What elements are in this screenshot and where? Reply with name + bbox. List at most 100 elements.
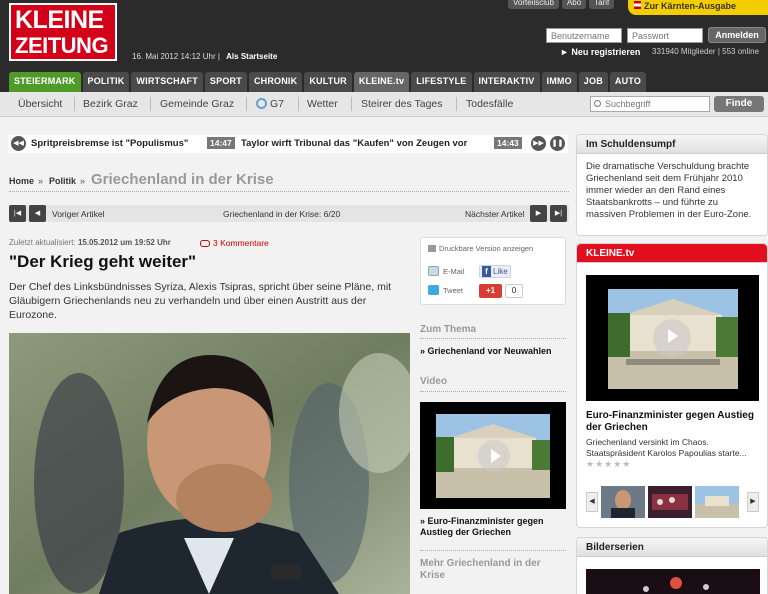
nav-wirtschaft[interactable]: WIRTSCHAFT: [131, 72, 203, 92]
carousel-prev-icon[interactable]: ◀: [586, 492, 598, 512]
breadcrumb-politik[interactable]: Politik: [49, 176, 76, 186]
carousel-next-icon[interactable]: ▶: [747, 492, 759, 512]
kleine-tv-heading[interactable]: KLEINE.tv: [577, 244, 767, 263]
video-caption-link[interactable]: » Euro-Finanzminister gegen Austieg der …: [420, 516, 560, 538]
updated-value: 15.05.2012 um 19:52 Uhr: [77, 238, 171, 247]
top-link-tarif[interactable]: Tarif: [589, 0, 615, 9]
subnav-separator: [298, 97, 299, 111]
google-plus-button[interactable]: +1: [479, 284, 502, 298]
password-input[interactable]: [627, 28, 703, 43]
breadcrumb-home[interactable]: Home: [9, 176, 34, 186]
bilderserien-heading[interactable]: Bilderserien: [577, 538, 767, 557]
subnav-separator: [456, 97, 457, 111]
prev-article-link[interactable]: Voriger Artikel: [52, 209, 104, 219]
zum-thema-link[interactable]: » Griechenland vor Neuwahlen: [420, 346, 552, 357]
register-link[interactable]: ► Neu registrieren: [560, 47, 640, 57]
subnav-separator: [351, 97, 352, 111]
site-logo[interactable]: KLEINE ZEITUNG: [9, 3, 117, 61]
username-input[interactable]: [546, 28, 622, 43]
ticker-next-icon[interactable]: ▶▶: [531, 136, 546, 151]
zum-thema-link-label: Griechenland vor Neuwahlen: [427, 346, 552, 356]
google-plus-count: 0: [505, 284, 523, 298]
share-tools: Druckbare Version anzeigen E-Mail Like T…: [420, 237, 566, 305]
subnav-bezirk-graz[interactable]: Bezirk Graz: [83, 98, 138, 110]
nav-kultur[interactable]: KULTUR: [304, 72, 352, 92]
first-article-icon[interactable]: |◀: [9, 205, 26, 222]
carousel-thumb[interactable]: [648, 486, 692, 518]
article-headline: "Der Krieg geht weiter": [9, 252, 197, 271]
subnav-steirer-des-tages[interactable]: Steirer des Tages: [361, 98, 443, 110]
divider: [420, 338, 566, 339]
carousel-thumb[interactable]: [601, 486, 645, 518]
comments-link[interactable]: 3 Kommentare: [200, 238, 269, 248]
facebook-like-button[interactable]: Like: [479, 265, 511, 278]
member-count: 331940 Mitglieder | 553 online: [652, 47, 760, 56]
subnav-uebersicht[interactable]: Übersicht: [18, 98, 62, 110]
comment-icon: [200, 240, 210, 247]
schuldensumpf-box: Im Schuldensumpf Die dramatische Verschu…: [576, 134, 768, 236]
updated-label: Zuletzt aktualisiert:: [9, 238, 76, 247]
article-lead: Der Chef des Linksbündnisses Syriza, Ale…: [9, 281, 392, 321]
site-header: KLEINE ZEITUNG 16. Mai 2012 14:12 Uhr | …: [0, 0, 768, 70]
g7-logo-icon: [256, 98, 267, 109]
video-thumbnail[interactable]: [420, 402, 566, 509]
top-link-abo[interactable]: Abo: [561, 0, 587, 9]
ticker-prev-icon[interactable]: ◀◀: [11, 136, 26, 151]
current-date: 16. Mai 2012 14:12 Uhr: [132, 52, 216, 61]
next-article-icon[interactable]: ▶: [530, 205, 547, 222]
top-link-vorteilsclub[interactable]: Vorteilsclub: [508, 0, 559, 9]
ticker-item[interactable]: Taylor wirft Tribunal das "Kaufen" von Z…: [241, 138, 467, 149]
email-link[interactable]: E-Mail: [443, 267, 464, 276]
region-switch-tab[interactable]: Zur Kärnten-Ausgabe: [628, 0, 768, 15]
nav-job[interactable]: JOB: [578, 72, 608, 92]
carousel-thumb[interactable]: [695, 486, 739, 518]
nav-steiermark[interactable]: STEIERMARK: [9, 72, 81, 92]
divider: [420, 391, 566, 392]
subnav-gemeinde-graz[interactable]: Gemeinde Graz: [160, 98, 234, 110]
set-homepage-link[interactable]: Als Startseite: [226, 52, 277, 61]
login-button[interactable]: Anmelden: [708, 27, 766, 43]
ticker-item[interactable]: Spritpreisbremse ist "Populismus": [31, 138, 188, 149]
article-photo: [9, 333, 410, 594]
breadcrumb-arrow-icon: »: [38, 176, 44, 186]
nav-sport[interactable]: SPORT: [204, 72, 247, 92]
ticker-time: 14:47: [207, 137, 235, 149]
subnav-wetter[interactable]: Wetter: [307, 98, 338, 110]
subnav-separator: [74, 97, 75, 111]
nav-kleine-tv[interactable]: KLEINE.tv: [353, 72, 410, 92]
pager-position: Griechenland in der Krise: 6/20: [223, 209, 341, 219]
logo-line-2: ZEITUNG: [15, 33, 109, 58]
search-button[interactable]: Finde: [714, 96, 764, 112]
schuldensumpf-heading[interactable]: Im Schuldensumpf: [577, 135, 767, 154]
article-photo-image: [9, 333, 410, 594]
nav-politik[interactable]: POLITIK: [82, 72, 130, 92]
last-article-icon[interactable]: ▶|: [550, 205, 567, 222]
bilderserien-image[interactable]: [586, 569, 760, 594]
printer-icon: [428, 245, 436, 252]
nav-chronik[interactable]: CHRONIK: [248, 72, 303, 92]
next-article-link[interactable]: Nächster Artikel: [465, 209, 525, 219]
ticker-pause-icon[interactable]: ❚❚: [550, 136, 565, 151]
subnav-todesfaelle[interactable]: Todesfälle: [466, 98, 513, 110]
tweet-link[interactable]: Tweet: [443, 286, 463, 295]
tv-video-player[interactable]: [586, 275, 759, 401]
play-icon[interactable]: [478, 440, 510, 472]
mehr-heading: Mehr Griechenland in der Krise: [420, 558, 541, 581]
login-form: Anmelden ► Neu registrieren 331940 Mitgl…: [540, 25, 768, 61]
print-version-link[interactable]: Druckbare Version anzeigen: [428, 244, 533, 253]
tv-video-title[interactable]: Euro-Finanzminister gegen Austieg der Gr…: [586, 410, 756, 434]
nav-lifestyle[interactable]: LIFESTYLE: [411, 72, 472, 92]
breadcrumb: Home » Politik » Griechenland in der Kri…: [9, 170, 569, 192]
main-navigation: STEIERMARK POLITIK WIRTSCHAFT SPORT CHRO…: [0, 70, 768, 92]
nav-auto[interactable]: AUTO: [609, 72, 647, 92]
subnav-g7[interactable]: G7: [256, 98, 284, 110]
prev-article-icon[interactable]: ◀: [29, 205, 46, 222]
schuldensumpf-text: Die dramatische Verschuldung brachte Gri…: [586, 161, 752, 220]
search-input[interactable]: [590, 96, 710, 112]
nav-immo[interactable]: IMMO: [541, 72, 577, 92]
rating-stars[interactable]: ★★★★★: [586, 459, 631, 470]
nav-interaktiv[interactable]: INTERAKTIV: [473, 72, 540, 92]
bilderserien-image-art: [586, 569, 760, 594]
play-icon[interactable]: [653, 319, 691, 357]
comments-count: 3 Kommentare: [213, 238, 269, 248]
